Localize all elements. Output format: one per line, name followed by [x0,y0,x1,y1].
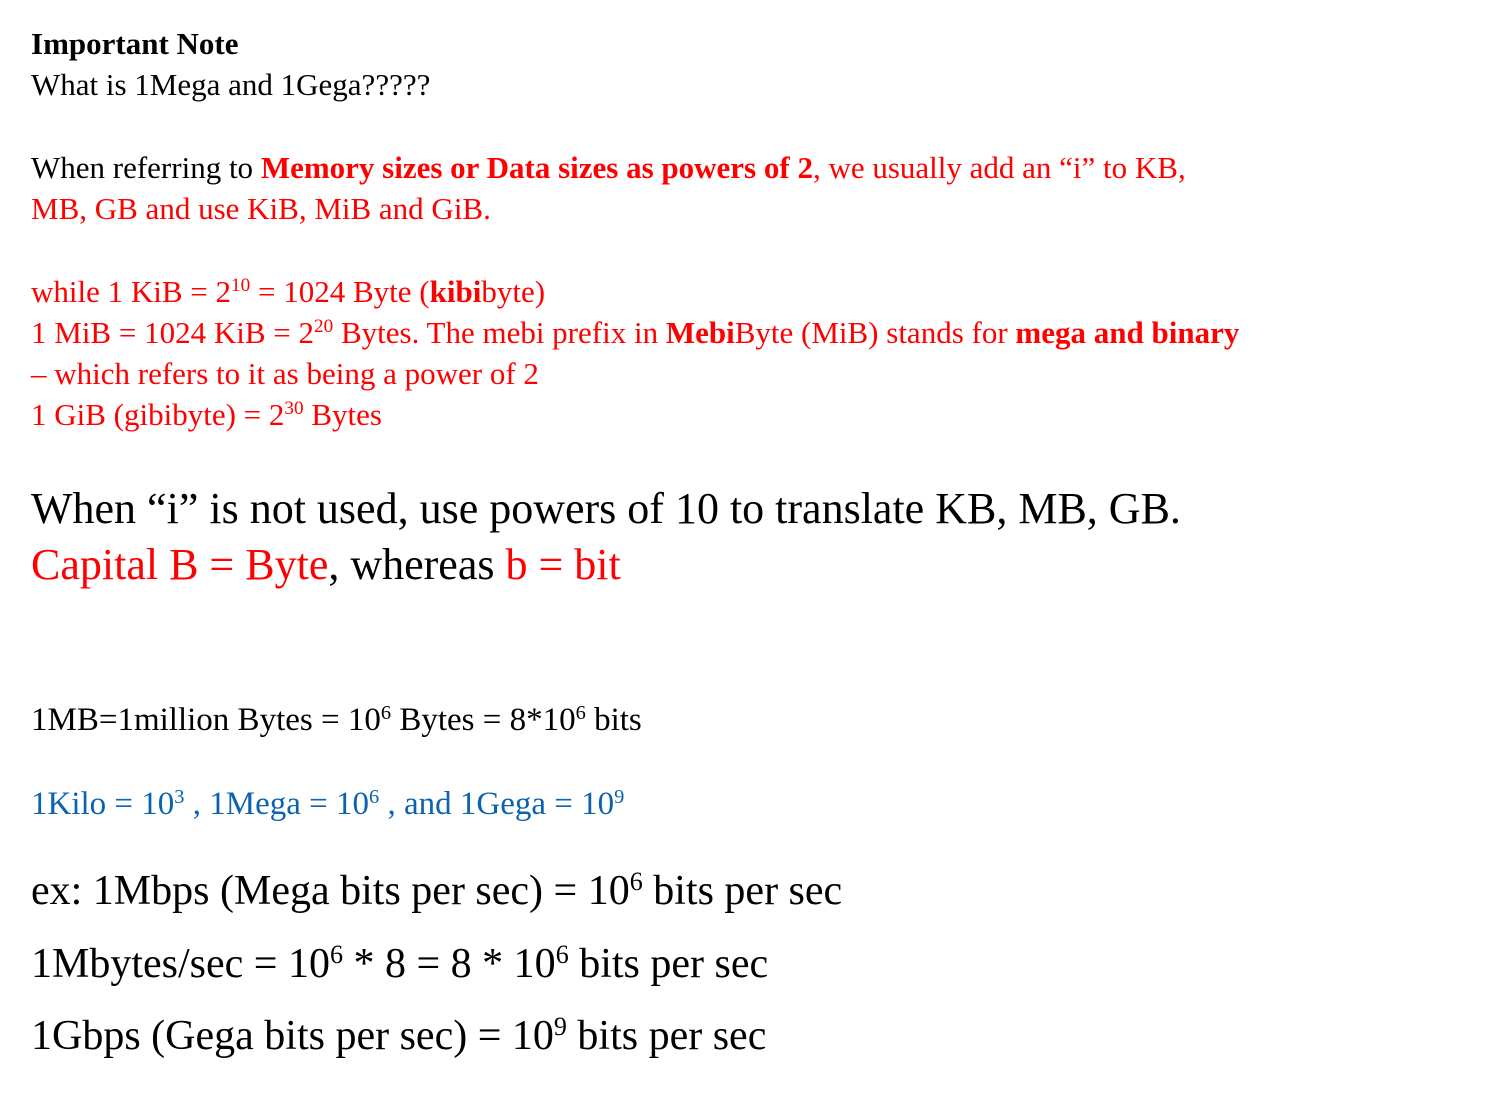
kilo-text: 1Kilo = 10 [31,786,175,822]
intro-text-1: When referring to [31,150,261,185]
gib-line: 1 GiB (gibibyte) = 230 Bytes [31,397,382,433]
example-gbps: 1Gbps (Gega bits per sec) = 109 bits per… [31,1012,766,1060]
kib-line: while 1 KiB = 210 = 1024 Byte (kibibyte) [31,274,545,310]
mega-exponent: 6 [369,785,380,808]
ex3-exponent: 9 [553,1011,567,1041]
prefixes-line: 1Kilo = 103 , 1Mega = 106 , and 1Gega = … [31,786,624,823]
decimal-note: When “i” is not used, use powers of 10 t… [31,484,1181,533]
question-line: What is 1Mega and 1Gega????? [31,67,431,102]
gib-exponent: 30 [284,398,304,420]
mib-bold-mega-binary: mega and binary [1015,315,1240,350]
gib-end: Bytes [303,397,382,432]
mb-exp-1: 6 [380,701,392,724]
mib-prefix: 1 MiB = 1024 KiB = 2 [31,315,314,350]
kilo-exponent: 3 [174,785,185,808]
note-title: Important Note [31,26,239,61]
ex2-text: 1Mbytes/sec = 10 [31,941,330,987]
example-mbytes: 1Mbytes/sec = 106 * 8 = 8 * 106 bits per… [31,940,768,988]
ex3-text: 1Gbps (Gega bits per sec) = 10 [31,1013,554,1059]
intro-highlight: Memory sizes or Data sizes as powers of … [260,150,813,185]
ex2-exponent-1: 6 [329,939,343,969]
kib-end: byte) [481,274,546,309]
gega-exponent: 9 [614,785,625,808]
ex2-exponent-2: 6 [555,939,569,969]
capital-line: Capital B = Byte, whereas b = bit [31,539,621,590]
ex2-middle: * 8 = 8 * 10 [343,941,556,987]
kib-bold: kibi [429,274,482,309]
capital-b-byte: Capital B = Byte [31,540,329,589]
mib-middle-2: Byte (MiB) stands for [734,315,1016,350]
ex3-end: bits per sec [566,1013,767,1059]
mega-text: , 1Mega = 10 [184,786,369,822]
mib-middle: Bytes. The mebi prefix in [333,315,666,350]
intro-line-2: MB, GB and use KiB, MiB and GiB. [31,191,491,226]
ex1-end: bits per sec [642,868,843,914]
mib-bold-mebi: Mebi [665,315,735,350]
ex1-exponent: 6 [629,866,643,896]
mb-part-3: bits [585,702,642,738]
intro-text-2: , we usually add an “i” to KB, [812,150,1186,185]
capital-whereas: , whereas [328,540,506,589]
gib-prefix: 1 GiB (gibibyte) = 2 [31,397,285,432]
ex1-text: ex: 1Mbps (Mega bits per sec) = 10 [31,868,630,914]
kib-prefix: while 1 KiB = 2 [31,274,232,309]
example-mbps: ex: 1Mbps (Mega bits per sec) = 106 bits… [31,867,842,915]
kib-exponent: 10 [231,275,251,297]
mb-part-1: 1MB=1million Bytes = 10 [31,702,381,738]
mib-continuation: – which refers to it as being a power of… [31,356,539,391]
small-b-bit: b = bit [505,540,621,589]
mb-line: 1MB=1million Bytes = 106 Bytes = 8*106 b… [31,702,642,739]
mb-exp-2: 6 [575,701,586,724]
kib-middle: = 1024 Byte ( [250,274,430,309]
mib-line: 1 MiB = 1024 KiB = 220 Bytes. The mebi p… [31,315,1239,351]
mib-exponent: 20 [314,316,334,338]
intro-line-1: When referring to Memory sizes or Data s… [31,150,1186,186]
mb-part-2: Bytes = 8*10 [391,702,576,738]
ex2-end: bits per sec [568,941,769,987]
gega-text: , and 1Gega = 10 [379,786,615,822]
